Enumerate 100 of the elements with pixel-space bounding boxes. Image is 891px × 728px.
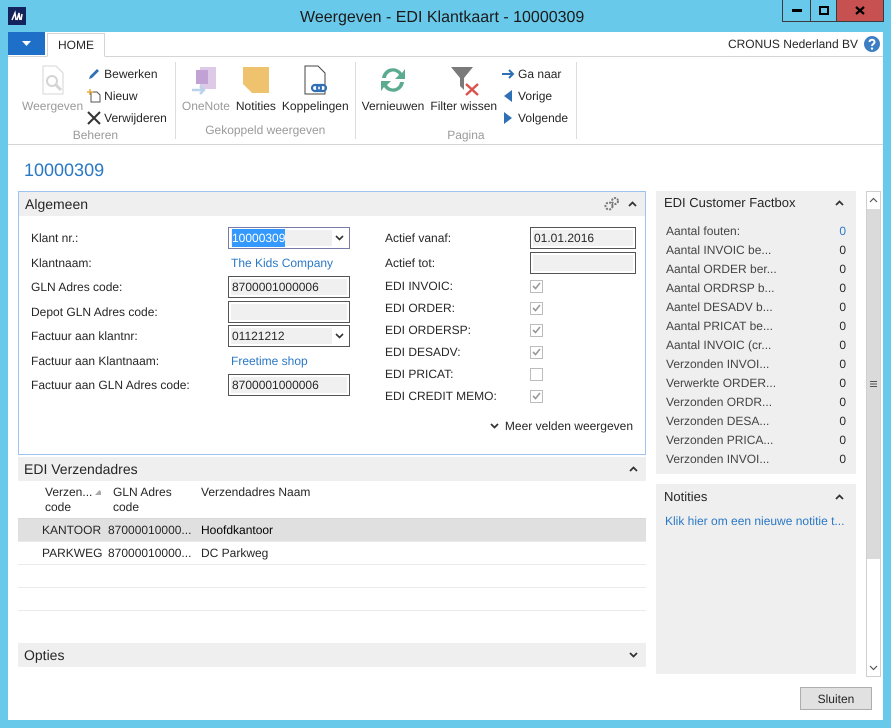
ribbon-button[interactable]: Nieuw — [87, 86, 167, 105]
link[interactable]: The Kids Company — [228, 254, 334, 272]
scroll-up-icon — [869, 197, 878, 203]
section-header[interactable]: EDI Verzendadres — [18, 457, 646, 481]
gears-icon — [604, 197, 620, 211]
ribbon-button[interactable]: Vernieuwen — [360, 62, 426, 113]
column-header[interactable]: Verzendadres Naam — [201, 485, 310, 500]
field-label: EDI DESADV: — [385, 344, 462, 361]
dropdown-icon — [335, 235, 344, 242]
ribbon-button[interactable]: Verwijderen — [87, 108, 167, 127]
ribbon-button[interactable]: Volgende — [501, 108, 568, 127]
group-label: Pagina — [447, 127, 485, 144]
fact-value: 0 — [839, 374, 846, 392]
grip-icon — [870, 381, 877, 387]
field-label: EDI INVOIC: — [385, 278, 454, 295]
field-label: Factuur aan GLN Adres code: — [31, 377, 191, 394]
field-label: Depot GLN Adres code: — [31, 304, 159, 321]
table-cell-text: 87000010000... — [107, 545, 192, 562]
app-logo-icon — [8, 7, 26, 25]
ribbon-button[interactable]: Bewerken — [87, 64, 167, 83]
company-name: CRONUS Nederland BV — [728, 36, 858, 53]
check-icon — [532, 282, 541, 290]
group-label: Beheren — [72, 127, 118, 144]
close-button[interactable] — [837, 0, 883, 21]
field-label: EDI CREDIT MEMO: — [385, 388, 498, 405]
pencil-icon — [87, 66, 102, 80]
column-header[interactable]: Verzen... code — [45, 485, 96, 515]
scrollbar[interactable] — [866, 191, 881, 677]
checkbox[interactable] — [530, 346, 543, 358]
fact-value[interactable]: 0 — [839, 222, 846, 240]
table-cell-text: DC Parkweg — [200, 545, 270, 562]
checkbox[interactable] — [530, 390, 543, 402]
section-title: EDI Verzendadres — [24, 460, 138, 478]
checkbox[interactable] — [530, 324, 543, 336]
fact-label: Aantal INVOIC (cr... — [666, 336, 772, 354]
fact-label: Aantal INVOIC be... — [666, 242, 772, 258]
input-field[interactable]: 8700001000006 — [228, 276, 350, 298]
fact-value: 0 — [839, 356, 846, 372]
table-cell-text: KANTOOR — [41, 522, 102, 539]
fact-value: 0 — [839, 260, 846, 278]
notes-header[interactable]: Notities — [656, 484, 856, 510]
field-label: EDI ORDERSP: — [385, 322, 472, 339]
checkbox[interactable] — [530, 368, 543, 380]
ribbon-button[interactable]: Koppelingen — [280, 62, 351, 113]
arrow-right-icon — [501, 66, 516, 80]
help-icon — [864, 36, 880, 52]
checkbox[interactable] — [530, 280, 543, 292]
fact-value: 0 — [839, 432, 846, 448]
field-label: Actief vanaf: — [385, 230, 452, 248]
close-button[interactable]: Sluiten — [800, 687, 872, 710]
section-title: Opties — [24, 646, 64, 665]
fact-label: Verzonden PRICA... — [666, 432, 774, 448]
group-label: Gekoppeld weergeven — [205, 122, 326, 139]
fact-label: Aantal ORDER ber... — [666, 260, 777, 278]
more-fields-link[interactable]: Meer velden weergeven — [490, 417, 633, 435]
fact-value: 0 — [839, 242, 846, 258]
file-menu-button[interactable] — [8, 32, 45, 55]
ribbon-button[interactable]: Notities — [234, 62, 278, 113]
table-row[interactable]: KANTOOR 87000010000... Hoofdkantoor — [18, 519, 646, 542]
new-note-link[interactable]: Klik hier om een nieuwe notitie t... — [656, 512, 856, 530]
ribbon-button[interactable]: Filter wissen — [428, 62, 500, 113]
collapse-icon — [628, 201, 637, 207]
factbox-title: EDI Customer Factbox — [664, 194, 796, 212]
table-cell-text: PARKWEG — [41, 545, 103, 562]
ribbon-button[interactable]: Vorige — [501, 86, 568, 105]
section-header[interactable]: Opties — [18, 643, 646, 667]
fact-value: 0 — [839, 336, 846, 354]
table-cell-text: Hoofdkantoor — [200, 522, 274, 539]
input-field[interactable]: 01.01.2016 — [530, 227, 636, 250]
scroll-down-icon — [869, 665, 878, 671]
new-document-icon — [87, 88, 102, 102]
input-field[interactable]: 8700001000006 — [228, 374, 350, 396]
fact-label: Verzonden INVOI... — [666, 356, 770, 372]
table-cell-text: 87000010000... — [107, 522, 192, 539]
fact-label: Aantal fouten: — [666, 222, 740, 240]
factbox-header[interactable]: EDI Customer Factbox — [656, 191, 856, 215]
field-label: EDI ORDER: — [385, 300, 456, 317]
input-field[interactable]: 01121212 — [228, 325, 350, 348]
input-field[interactable] — [228, 300, 350, 323]
x-icon — [87, 110, 102, 124]
fact-label: Verzonden ORDR... — [666, 394, 772, 410]
ribbon-button[interactable]: Ga naar — [501, 64, 568, 83]
fact-value: 0 — [839, 318, 846, 334]
dropdown-icon — [335, 333, 344, 340]
field-label: GLN Adres code: — [31, 279, 124, 296]
checkbox[interactable] — [530, 302, 543, 314]
column-header[interactable]: GLN Adres code — [113, 485, 175, 515]
dropdown-icon — [22, 41, 31, 46]
fact-value: 0 — [839, 280, 846, 296]
section-header[interactable]: Algemeen — [19, 192, 645, 216]
fact-label: Verwerkte ORDER... — [666, 374, 776, 392]
input-field[interactable] — [530, 252, 636, 274]
fact-label: Aantal ORDRSP b... — [666, 280, 774, 296]
ribbon-tab[interactable]: HOME — [47, 33, 105, 57]
field-label: Factuur aan Klantnaam: — [31, 352, 160, 370]
fact-value: 0 — [839, 450, 846, 468]
expand-icon — [490, 423, 499, 429]
field-label: Klantnaam: — [31, 254, 93, 272]
link[interactable]: Freetime shop — [228, 352, 308, 370]
check-icon — [532, 326, 541, 334]
